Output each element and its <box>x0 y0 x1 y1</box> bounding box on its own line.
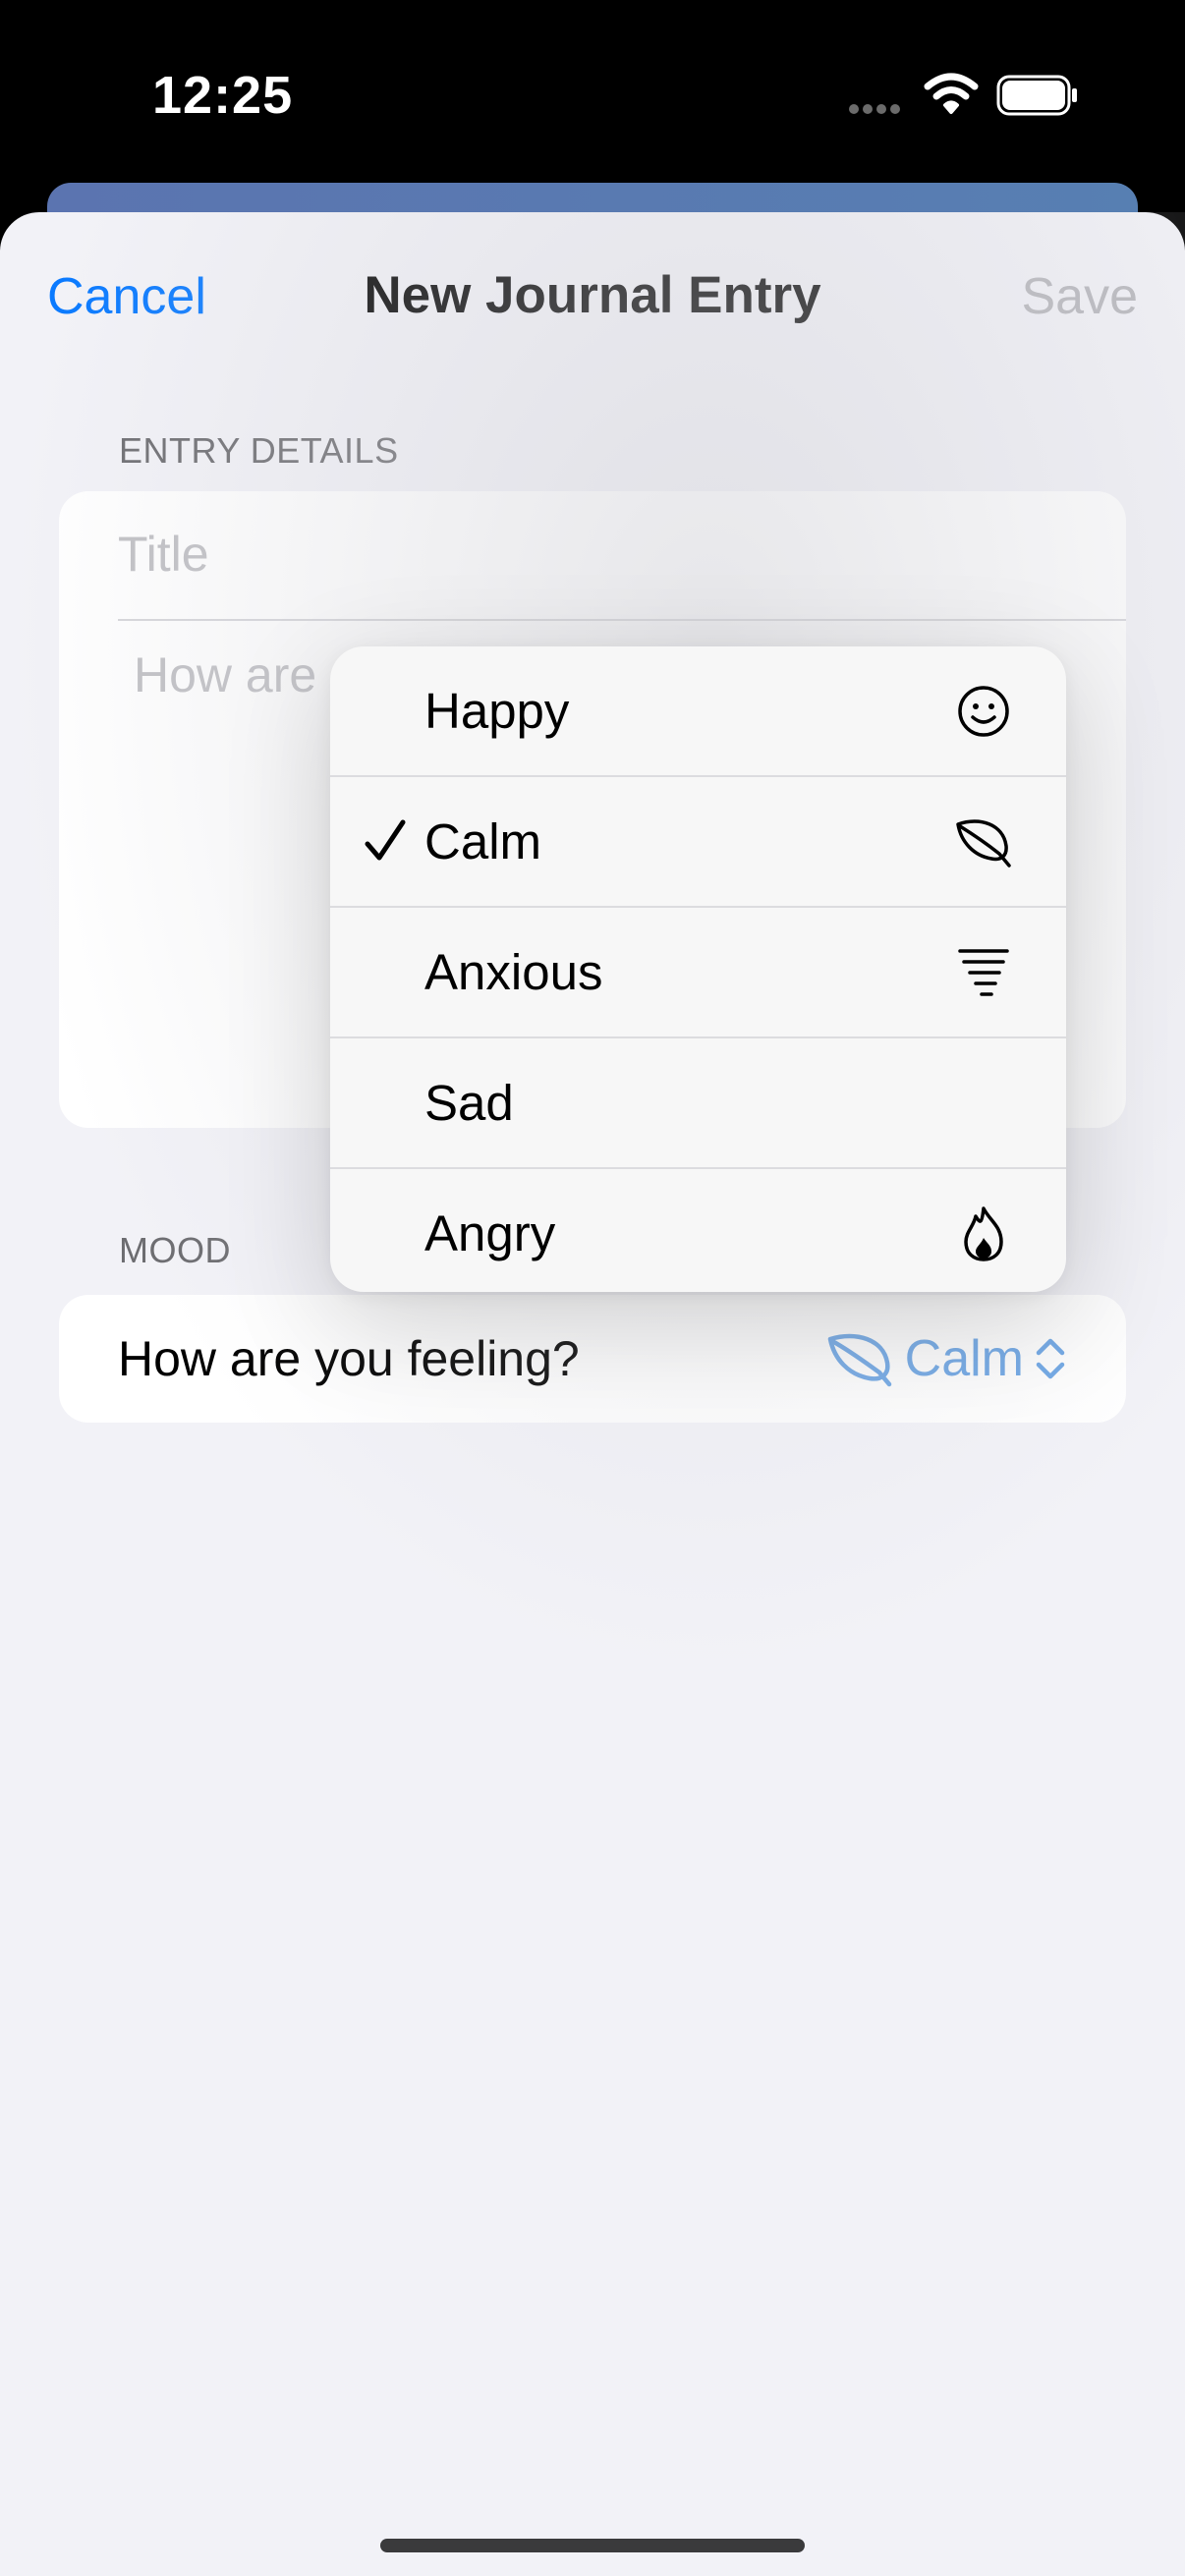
mood-picker[interactable]: Calm <box>826 1295 1067 1423</box>
mood-header: MOOD <box>119 1230 231 1270</box>
menu-item-angry[interactable]: Angry <box>330 1169 1066 1292</box>
field-divider <box>118 619 1126 621</box>
menu-item-label: Anxious <box>424 944 603 1000</box>
menu-item-sad[interactable]: Sad <box>330 1038 1066 1169</box>
menu-item-label: Angry <box>424 1205 556 1261</box>
entry-details-header: ENTRY DETAILS <box>119 430 399 471</box>
mood-picker-value: Calm <box>904 1330 1024 1387</box>
menu-item-anxious[interactable]: Anxious <box>330 908 1066 1038</box>
status-bar: 12:25 <box>0 0 1185 187</box>
new-entry-sheet: Cancel New Journal Entry Save ENTRY DETA… <box>0 212 1185 2576</box>
home-indicator[interactable] <box>380 2539 805 2552</box>
mood-card: How are you feeling? Calm <box>59 1295 1126 1423</box>
leaf-icon <box>956 819 1011 868</box>
status-time: 12:25 <box>152 66 294 125</box>
cellular-signal-icon <box>849 101 904 119</box>
page-title: New Journal Entry <box>364 266 821 324</box>
checkmark-icon <box>365 819 406 861</box>
mood-prompt: How are you feeling? <box>118 1331 580 1386</box>
body-text-area[interactable]: How are <box>134 646 316 703</box>
flame-icon <box>964 1206 1003 1261</box>
save-button[interactable]: Save <box>1021 267 1138 326</box>
chevron-up-down-icon <box>1036 1338 1065 1379</box>
menu-item-label: Happy <box>424 683 570 739</box>
menu-item-calm[interactable]: Calm <box>330 777 1066 908</box>
menu-item-label: Calm <box>424 813 542 869</box>
tornado-icon <box>958 949 1009 996</box>
menu-item-label: Sad <box>424 1075 514 1131</box>
leaf-icon <box>827 1333 891 1387</box>
wifi-icon <box>924 73 979 114</box>
title-field[interactable]: Title <box>118 491 1100 617</box>
smiley-icon <box>958 686 1009 737</box>
mood-menu: Happy Calm Anxious Sad Angry <box>330 646 1066 1292</box>
menu-item-happy[interactable]: Happy <box>330 646 1066 777</box>
battery-icon <box>996 75 1077 116</box>
